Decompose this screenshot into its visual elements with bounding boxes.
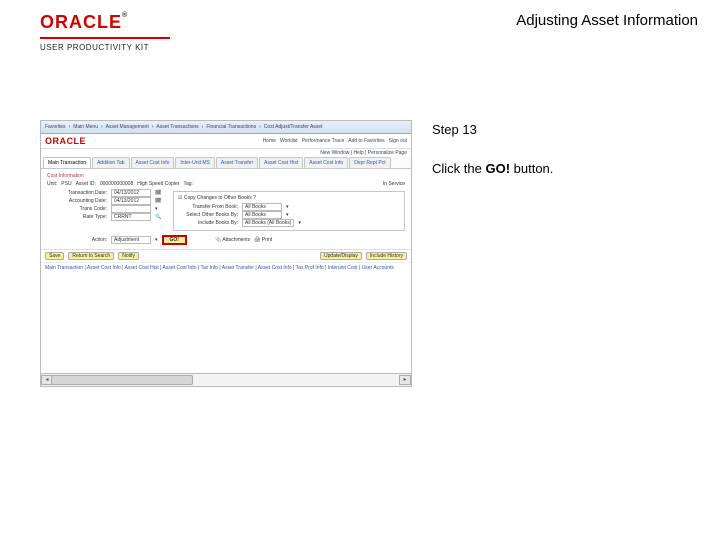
go-button[interactable]: GO! — [162, 235, 187, 245]
oracle-logo: ORACLE® — [40, 12, 170, 33]
chevron-down-icon[interactable]: ▾ — [286, 204, 289, 210]
screenshot-menubar: Favorites› Main Menu› Asset Management› … — [41, 121, 411, 134]
tab-cost-info-2[interactable]: Asset Cost Info — [304, 157, 348, 168]
tab-cost-hist[interactable]: Asset Cost Hist — [259, 157, 303, 168]
tab-addition[interactable]: Addition Tab — [92, 157, 129, 168]
unit-row: Unit:PSU Asset ID:000000000008 High Spee… — [47, 181, 405, 187]
chevron-down-icon[interactable]: ▾ — [155, 206, 158, 212]
calendar-icon[interactable]: 🗓 — [155, 190, 161, 196]
chevron-down-icon[interactable]: ▾ — [286, 212, 289, 218]
screenshot-oracle-logo: ORACLE — [45, 136, 86, 146]
include-history-button[interactable]: Include History — [366, 252, 407, 260]
lookup-icon[interactable]: 🔍 — [155, 214, 161, 220]
tab-depr[interactable]: Depr Rept Pct — [349, 157, 390, 168]
horizontal-scrollbar[interactable]: ◂ ▸ — [40, 374, 412, 387]
tab-cost-info[interactable]: Asset Cost Info — [131, 157, 175, 168]
copy-changes-panel: ☑ Copy Changes to Other Books ? Transfer… — [173, 191, 405, 231]
brand-block: ORACLE® USER PRODUCTIVITY KIT — [40, 12, 170, 52]
return-search-button[interactable]: Return to Search — [68, 252, 114, 260]
screenshot-bottom-links: Main Transaction | Asset Cost Info | Ass… — [41, 262, 411, 273]
notify-button[interactable]: Notify — [118, 252, 139, 260]
chevron-down-icon[interactable]: ▾ — [155, 237, 158, 243]
save-button[interactable]: Save — [45, 252, 64, 260]
chevron-down-icon[interactable]: ▾ — [298, 220, 301, 226]
screenshot-tabs: Main Transaction Addition Tab Asset Cost… — [41, 157, 411, 169]
trans-date-input[interactable]: 04/13/2012 — [111, 189, 151, 197]
screenshot-panel: Favorites› Main Menu› Asset Management› … — [40, 120, 412, 374]
screenshot-header-links: Home Worklist Performance Trace Add to F… — [263, 138, 407, 144]
action-select[interactable]: Adjustment — [111, 236, 151, 244]
transfer-book-select[interactable]: All Books — [242, 203, 282, 211]
trans-code-input[interactable] — [111, 205, 151, 213]
step-instruction: Click the GO! button. — [432, 161, 698, 176]
rate-type-input[interactable]: CRRNT — [111, 213, 151, 221]
screenshot-breadcrumb: New Window | Help | Personalize Page — [41, 149, 411, 157]
update-display-button[interactable]: Update/Display — [320, 252, 362, 260]
brand-rule — [40, 37, 170, 39]
tab-transfer[interactable]: Asset Transfer — [216, 157, 258, 168]
step-label: Step 13 — [432, 122, 698, 137]
tab-interunit[interactable]: Inter-Unit MS — [175, 157, 214, 168]
include-books-select[interactable]: All Books (All Books) — [242, 219, 294, 227]
acct-date-input[interactable]: 04/13/2012 — [111, 197, 151, 205]
calendar-icon[interactable]: 🗓 — [155, 198, 161, 204]
page-title: Adjusting Asset Information — [516, 12, 698, 29]
cost-info-heading: Cost Information — [47, 173, 405, 179]
scroll-thumb[interactable] — [51, 375, 193, 385]
product-line: USER PRODUCTIVITY KIT — [40, 43, 170, 52]
scroll-right-arrow[interactable]: ▸ — [399, 375, 411, 385]
other-books-select[interactable]: All Books — [242, 211, 282, 219]
tab-main-transaction[interactable]: Main Transaction — [43, 157, 91, 168]
screenshot-footer: Save Return to Search Notify Update/Disp… — [41, 249, 411, 262]
